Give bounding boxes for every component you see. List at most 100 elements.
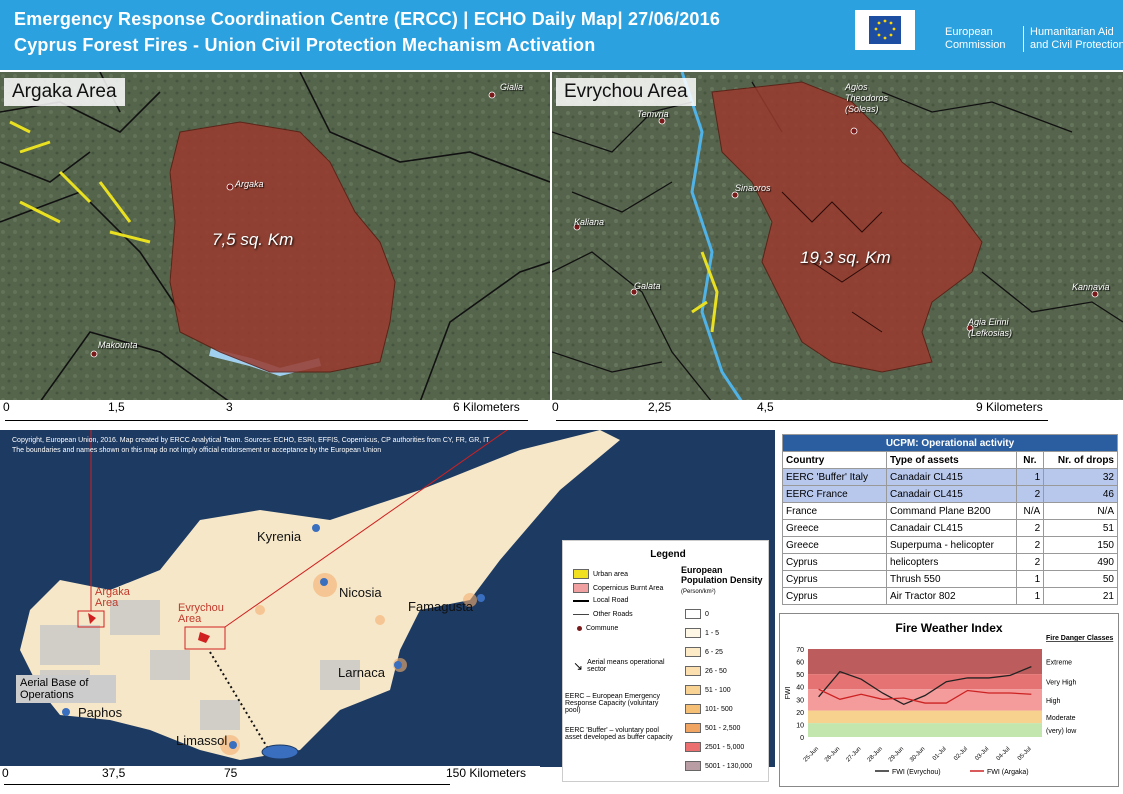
ucpm-cell: helicopters — [885, 553, 1017, 571]
ucpm-cell: Air Tractor 802 — [885, 587, 1017, 605]
ucpm-cell: EERC 'Buffer' Italy — [782, 468, 887, 486]
ucpm-cell: Superpuma - helicopter — [885, 536, 1017, 554]
overview-argaka-label: Argaka Area — [95, 586, 130, 609]
ucpm-cell: Greece — [782, 536, 887, 554]
ucpm-cell: Canadair CL415 — [885, 485, 1017, 503]
ucpm-cell: N/A — [1015, 502, 1045, 520]
fwi-chart-svg: Fire Weather Index Extreme Very High High Mo… — [785, 621, 1113, 776]
place-galata: Galata — [634, 281, 661, 291]
danger-class-band — [808, 723, 1042, 737]
danger-class-label: Very High — [1046, 680, 1076, 687]
ucpm-header: Country — [782, 451, 887, 469]
danger-class-label: (very) low — [1046, 728, 1077, 735]
ucpm-row: Cyprus Air Tractor 802 1 21 — [782, 587, 1118, 605]
ucpm-cell: 51 — [1043, 519, 1118, 537]
evrychou-scale-bar: 0 2,25 4,5 9 Kilometers — [552, 400, 1123, 428]
scale-tick: 6 Kilometers — [453, 400, 520, 414]
evrychou-map-svg — [552, 72, 1123, 402]
scale-tick: 37,5 — [102, 766, 126, 780]
ucpm-cell: Greece — [782, 519, 887, 537]
fire-weather-index-chart: Fire Weather Index Extreme Very High High Mo… — [779, 613, 1119, 787]
y-tick-label: 70 — [796, 647, 804, 654]
scale-tick: 75 — [224, 766, 238, 780]
place-makounta: Makounta — [98, 340, 138, 350]
ucpm-cell: 46 — [1043, 485, 1118, 503]
legend-eerc: EERC – European Emergency Response Capac… — [565, 693, 660, 714]
scale-tick: 150 Kilometers — [446, 766, 527, 780]
city-kyrenia: Kyrenia — [257, 529, 302, 544]
ucpm-cell: 1 — [1015, 570, 1045, 588]
place-agios-theodoros: Agios Theodoros (Soleas) — [845, 82, 889, 114]
ucpm-header: Type of assets — [885, 451, 1017, 469]
legend-density-class: 2501 - 5,000 — [685, 742, 744, 752]
y-tick-label: 0 — [800, 735, 804, 742]
scale-tick: 9 Kilometers — [976, 400, 1043, 414]
x-tick-label: 30-Jun — [909, 746, 926, 763]
legend-local-road: Local Road — [573, 597, 628, 604]
argaka-area-label: 7,5 sq. Km — [212, 230, 294, 249]
legend-entry: FWI (Argaka) — [987, 769, 1029, 776]
ucpm-row: Cyprus helicopters 2 490 — [782, 553, 1118, 571]
danger-classes-title: Fire Danger Classes — [1046, 635, 1113, 642]
argaka-map-panel[interactable]: Argaka Area 7,5 sq. Km Gialia Argaka Mak… — [0, 72, 550, 402]
scale-tick: 1,5 — [108, 400, 125, 414]
ucpm-cell: 1 — [1015, 587, 1045, 605]
legend-density-class: 1 - 5 — [685, 628, 719, 638]
danger-class-band — [808, 649, 1042, 675]
ucpm-cell: 490 — [1043, 553, 1118, 571]
legend-other-roads: Other Roads — [573, 611, 633, 618]
evrychou-map-panel[interactable]: Evrychou Area 19,3 sq. Km Agios Theodoro… — [552, 72, 1123, 402]
y-tick-label: 40 — [796, 685, 804, 692]
european-commission-logo — [855, 10, 915, 50]
copyright-line2: The boundaries and names shown on this m… — [12, 447, 382, 454]
ucpm-cell: 2 — [1015, 536, 1045, 554]
ucpm-cell: 32 — [1043, 468, 1118, 486]
overview-evrychou-label: Evrychou Area — [178, 602, 224, 625]
ucpm-cell: 21 — [1043, 587, 1118, 605]
place-argaka: Argaka — [235, 179, 264, 189]
map-title: Emergency Response Coordination Centre (… — [14, 9, 721, 29]
place-kannavia: Kannavia — [1072, 282, 1110, 292]
scale-tick: 3 — [226, 400, 233, 414]
x-tick-label: 26-Jun — [824, 746, 841, 763]
legend-density-class: 101- 500 — [685, 704, 733, 714]
ucpm-cell: N/A — [1043, 502, 1118, 520]
danger-class-label: Extreme — [1046, 660, 1072, 667]
legend-eerc-buffer: EERC 'Buffer' – voluntary pool asset dev… — [565, 727, 673, 741]
ucpm-cell: EERC France — [782, 485, 887, 503]
y-tick-label: 30 — [796, 697, 804, 704]
legend-density-class: 6 - 25 — [685, 647, 723, 657]
european-commission-text: European Commission — [945, 26, 1006, 51]
ucpm-cell: 2 — [1015, 485, 1045, 503]
legend-density-class: 501 - 2,500 — [685, 723, 740, 733]
ucpm-cell: Cyprus — [782, 587, 887, 605]
y-tick-label: 20 — [796, 710, 804, 717]
ucpm-header: Nr. — [1015, 451, 1045, 469]
copyright-line1: Copyright, European Union, 2016. Map cre… — [12, 437, 490, 444]
evrychou-area-label: 19,3 sq. Km — [800, 248, 891, 267]
header-bar: Emergency Response Coordination Centre (… — [0, 0, 1123, 70]
legend-urban: Urban area — [573, 569, 628, 579]
legend-commune: Commune — [577, 625, 618, 632]
legend-density-class: 0 — [685, 609, 709, 619]
argaka-panel-title: Argaka Area — [4, 78, 125, 106]
ucpm-cell: Canadair CL415 — [885, 519, 1017, 537]
legend-aerial-sector: ↘ Aerial means operational sector — [573, 659, 665, 673]
legend-density-class: 26 - 50 — [685, 666, 727, 676]
ucpm-cell: 2 — [1015, 553, 1045, 571]
legend-density-title: European Population Density (Person/km²) — [681, 565, 763, 595]
city-larnaca: Larnaca — [338, 665, 385, 680]
scale-tick: 0 — [552, 400, 559, 414]
chart-title: Fire Weather Index — [895, 621, 1002, 635]
x-tick-label: 03-Jul — [974, 746, 990, 762]
danger-class-label: High — [1046, 698, 1061, 705]
ucpm-cell: Thrush 550 — [885, 570, 1017, 588]
ucpm-cell: Cyprus — [782, 553, 887, 571]
overview-scale-bar: 0 37,5 75 150 Kilometers — [0, 766, 540, 794]
scale-tick: 0 — [3, 400, 10, 414]
ucpm-row: Greece Canadair CL415 2 51 — [782, 519, 1118, 537]
argaka-scale-bar: 0 1,5 3 6 Kilometers — [0, 400, 550, 428]
place-kaliana: Kaliana — [574, 217, 605, 227]
ucpm-cell: 2 — [1015, 519, 1045, 537]
legend-density-class: 5001 - 130,000 — [685, 761, 752, 771]
